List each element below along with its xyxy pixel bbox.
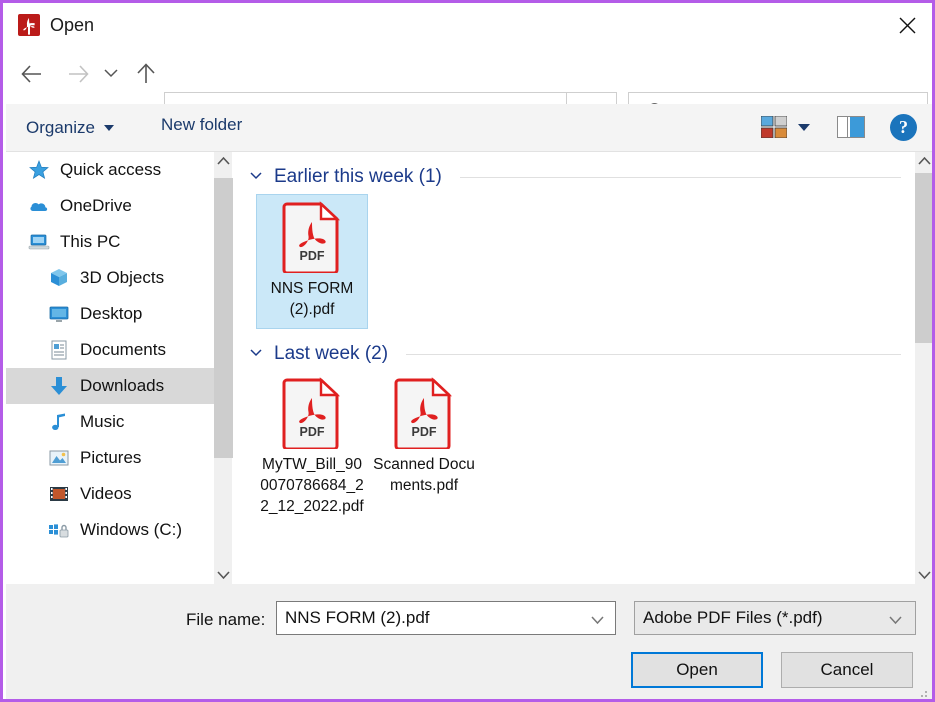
file-name-label: MyTW_Bill_900070786684_22_12_2022.pdf: [260, 456, 364, 515]
file-list-scroll-up-icon[interactable]: [915, 152, 932, 171]
up-arrow-icon[interactable]: [130, 58, 162, 90]
desktop-icon: [48, 303, 70, 325]
pdf-file-icon: PDF: [282, 377, 342, 451]
file-list: Earlier this week (1) PDF NNS FORM (2).pdf…: [234, 152, 915, 584]
preview-pane-icon[interactable]: [837, 116, 865, 138]
sidebar-scroll-up-icon[interactable]: [214, 152, 233, 171]
sidebar-item-videos[interactable]: Videos: [6, 476, 214, 512]
back-arrow-icon[interactable]: [16, 58, 48, 90]
file-name-input[interactable]: NNS FORM (2).pdf: [276, 601, 616, 635]
file-group-title: Last week (2): [274, 343, 389, 364]
pictures-icon: [48, 447, 70, 469]
open-file-dialog: ╭ Open: [0, 0, 935, 702]
sidebar-item-pictures[interactable]: Pictures: [6, 440, 214, 476]
forward-arrow-icon: [62, 58, 94, 90]
sidebar-item-label: Downloads: [80, 376, 165, 395]
chevron-down-icon[interactable]: [248, 167, 264, 188]
new-folder-button[interactable]: New folder: [161, 115, 242, 135]
file-group-title: Earlier this week (1): [274, 166, 442, 187]
file-type-select[interactable]: Adobe PDF Files (*.pdf): [634, 601, 916, 635]
sidebar-item-quick-access[interactable]: Quick access: [6, 152, 214, 188]
sidebar-item-desktop[interactable]: Desktop: [6, 296, 214, 332]
resize-grip[interactable]: [917, 686, 929, 698]
sidebar-item-label: Videos: [80, 484, 132, 503]
sidebar-item-onedrive[interactable]: OneDrive: [6, 188, 214, 224]
file-type-chevron-down-icon: [888, 613, 903, 631]
help-button[interactable]: ?: [890, 114, 917, 141]
group-divider: [406, 353, 901, 355]
cloud-icon: [28, 195, 50, 217]
file-tile-row: PDF NNS FORM (2).pdf: [234, 194, 915, 329]
star-pin-icon: [28, 159, 50, 181]
file-tile[interactable]: PDF NNS FORM (2).pdf: [256, 194, 368, 329]
change-view-icon[interactable]: [760, 115, 788, 139]
title-bar: ╭ Open: [6, 6, 932, 44]
page-title: Open: [50, 15, 95, 35]
sidebar-scroll-thumb[interactable]: [214, 178, 233, 458]
chevron-down-icon: [103, 125, 114, 131]
sidebar-item-label: Pictures: [80, 448, 142, 467]
adobe-acrobat-icon: ╭: [18, 14, 40, 36]
organize-label: Organize: [26, 118, 95, 137]
file-tile[interactable]: PDF Scanned Documents.pdf: [368, 371, 480, 525]
pdf-file-icon: PDF: [394, 377, 454, 451]
sidebar-item-this-pc[interactable]: This PC: [6, 224, 214, 260]
sidebar-item-label: Windows (C:): [80, 520, 183, 539]
sidebar-item-label: 3D Objects: [80, 268, 165, 287]
file-list-scroll-thumb[interactable]: [915, 173, 932, 343]
svg-text:PDF: PDF: [300, 425, 325, 439]
file-name-label: Scanned Documents.pdf: [373, 456, 475, 494]
sidebar-item-3d-objects[interactable]: 3D Objects: [6, 260, 214, 296]
command-bar: Organize New folder: [6, 104, 932, 152]
navigation-sidebar: Quick access OneDrive This PC 3D Objects Des…: [6, 152, 214, 584]
sidebar-item-label: Quick access: [60, 160, 162, 179]
file-list-scrollbar[interactable]: [915, 152, 932, 584]
sidebar-item-label: Music: [80, 412, 125, 431]
videos-icon: [48, 483, 70, 505]
chevron-down-icon[interactable]: [248, 344, 264, 365]
sidebar-item-documents[interactable]: Documents: [6, 332, 214, 368]
cancel-button[interactable]: Cancel: [781, 652, 913, 688]
sidebar-scrollbar[interactable]: [214, 152, 233, 584]
navigation-bar: › This PC › Downloads Sea: [6, 44, 932, 136]
sidebar-item-music[interactable]: Music: [6, 404, 214, 440]
sidebar-item-label: Documents: [80, 340, 166, 359]
file-type-value: Adobe PDF Files (*.pdf): [643, 608, 823, 627]
music-note-icon: [48, 411, 70, 433]
sidebar-item-label: This PC: [60, 232, 121, 251]
group-divider: [459, 176, 901, 178]
file-list-scroll-down-icon[interactable]: [915, 565, 932, 584]
file-name-chevron-down-icon[interactable]: [590, 613, 605, 631]
cube-icon: [48, 267, 70, 289]
sidebar-item-windows-c[interactable]: Windows (C:): [6, 512, 214, 548]
file-group-header[interactable]: Last week (2): [234, 337, 915, 371]
file-group-header[interactable]: Earlier this week (1): [234, 160, 915, 194]
documents-icon: [48, 339, 70, 361]
view-dropdown-chevron-icon[interactable]: [798, 124, 810, 131]
sidebar-item-label: OneDrive: [60, 196, 132, 215]
file-name-label: NNS FORM (2).pdf: [270, 280, 354, 318]
svg-text:PDF: PDF: [412, 425, 437, 439]
pdf-file-icon: PDF: [282, 201, 342, 275]
sidebar-scroll-down-icon[interactable]: [214, 565, 233, 584]
this-pc-icon: [28, 231, 50, 253]
close-icon[interactable]: [884, 6, 930, 42]
file-tile-row: PDF MyTW_Bill_900070786684_22_12_2022.pdf…: [234, 371, 915, 525]
organize-button[interactable]: Organize: [26, 115, 114, 141]
sidebar-item-downloads[interactable]: Downloads: [6, 368, 214, 404]
file-tile[interactable]: PDF MyTW_Bill_900070786684_22_12_2022.pdf: [256, 371, 368, 525]
open-button[interactable]: Open: [631, 652, 763, 688]
sidebar-item-label: Desktop: [80, 304, 143, 323]
windows-drive-lock-icon: [48, 519, 70, 541]
downloads-arrow-icon: [48, 375, 70, 397]
recent-locations-chevron-icon[interactable]: [100, 58, 124, 90]
file-name-label: File name:: [186, 610, 266, 629]
file-name-value: NNS FORM (2).pdf: [285, 608, 430, 627]
svg-text:PDF: PDF: [300, 249, 325, 263]
